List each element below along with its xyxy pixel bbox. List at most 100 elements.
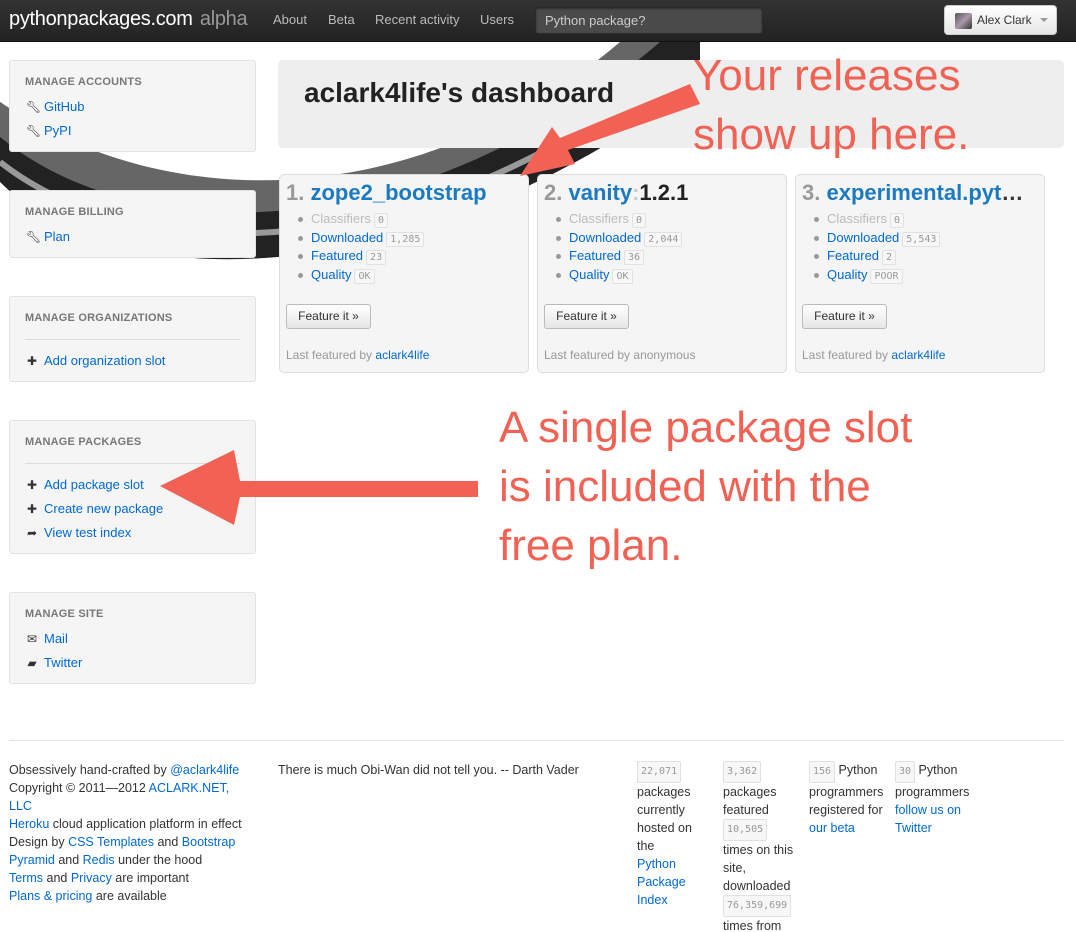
comment-icon: ▰: [27, 656, 37, 670]
credit-text: and: [54, 853, 83, 867]
stat-downloaded-label[interactable]: Downloaded: [569, 230, 641, 245]
stat-link-line[interactable]: Twitter: [895, 819, 985, 837]
page-title: aclark4life's dashboard: [304, 77, 615, 108]
add-package-slot-link[interactable]: ✚ Add package slot: [26, 477, 144, 492]
stat-quality-value: OK: [612, 269, 633, 284]
user-menu-button[interactable]: Alex Clark: [944, 5, 1057, 35]
stat-quality-value: POOR: [870, 269, 903, 284]
stat-featured: Featured 2: [814, 248, 897, 265]
credit-link[interactable]: Terms: [9, 871, 43, 885]
stat-text-line: packages: [723, 785, 777, 799]
stat-classifiers-value: 0: [631, 213, 646, 228]
package-name-link[interactable]: experimental.python: [826, 180, 1030, 205]
credit-text: and: [43, 871, 71, 885]
manage-organizations-panel: MANAGE ORGANIZATIONS ✚ Add organization s…: [9, 296, 256, 382]
credit-link[interactable]: Privacy: [71, 871, 112, 885]
stat-downloaded-label[interactable]: Downloaded: [311, 230, 383, 245]
pypi-link[interactable]: 🔧︎ PyPI: [26, 123, 71, 138]
credit-link[interactable]: CSS Templates: [68, 835, 154, 849]
stat-classifiers-value: 0: [373, 213, 388, 228]
mail-link[interactable]: ✉ Mail: [26, 631, 68, 646]
last-featured-user: anonymous: [633, 348, 696, 362]
credit-link[interactable]: @aclark4life: [170, 763, 239, 777]
feature-it-button[interactable]: Feature it »: [544, 304, 629, 329]
feature-it-button[interactable]: Feature it »: [802, 304, 887, 329]
bullet-icon: [814, 217, 819, 223]
stat-downloaded-label[interactable]: Downloaded: [827, 230, 899, 245]
add-organization-slot-link[interactable]: ✚ Add organization slot: [26, 353, 165, 368]
twitter-link[interactable]: ▰ Twitter: [26, 655, 82, 670]
view-test-index-link[interactable]: ➦ View test index: [26, 525, 131, 540]
footer-stat-link[interactable]: follow us on Twitter: [895, 801, 985, 837]
credit-link[interactable]: ACLARK.NET,: [149, 781, 230, 795]
stat-quality-label[interactable]: Quality: [827, 267, 867, 282]
nav-recent-activity[interactable]: Recent activity: [375, 12, 460, 27]
footer-stat-text: times on this site, downloaded: [723, 841, 808, 895]
last-featured-user-link[interactable]: aclark4life: [375, 348, 429, 362]
bullet-icon: [298, 217, 303, 223]
stat-quality-label[interactable]: Quality: [311, 267, 351, 282]
manage-accounts-title: MANAGE ACCOUNTS: [25, 76, 142, 88]
bullet-icon: [298, 254, 303, 260]
stat-text-line: featured: [723, 803, 769, 817]
stat-downloaded: Downloaded 1,285: [298, 230, 425, 247]
stat-featured-label[interactable]: Featured: [311, 248, 363, 263]
credit-link[interactable]: Plans & pricing: [9, 889, 92, 903]
package-version: 1.2.1: [639, 180, 689, 205]
stat-link-line[interactable]: Index: [637, 891, 717, 909]
stat-text-line: times from: [723, 919, 782, 932]
credit-link[interactable]: Pyramid: [9, 853, 55, 867]
divider: [25, 463, 240, 464]
credit-link[interactable]: Bootstrap: [182, 835, 236, 849]
bullet-icon: [556, 236, 561, 242]
credit-link[interactable]: LLC: [9, 799, 32, 813]
create-new-package-link[interactable]: ✚ Create new package: [26, 501, 163, 516]
bullet-icon: [298, 273, 303, 279]
footer-stat-link[interactable]: our beta: [809, 819, 894, 837]
package-search-input[interactable]: Python package?: [535, 7, 763, 34]
nav-users[interactable]: Users: [480, 12, 514, 27]
credit-link[interactable]: Heroku: [9, 817, 49, 831]
plan-link[interactable]: 🔧︎ Plan: [26, 229, 70, 244]
github-link[interactable]: 🔧︎ GitHub: [26, 99, 84, 114]
stat-downloaded-value: 5,543: [902, 232, 941, 247]
plus-icon: ✚: [26, 502, 38, 516]
nav-about[interactable]: About: [273, 12, 307, 27]
stat-featured-label[interactable]: Featured: [827, 248, 879, 263]
stat-link-line[interactable]: Package: [637, 873, 717, 891]
last-featured-user-link[interactable]: aclark4life: [891, 348, 945, 362]
stat-classifiers-value: 0: [889, 213, 904, 228]
stat-classifiers: Classifiers 0: [814, 211, 904, 228]
stat-text-line: currently: [637, 803, 685, 817]
footer-quote: There is much Obi-Wan did not tell you. …: [278, 763, 579, 777]
credit-line: Copyright © 2011—2012 ACLARK.NET,: [9, 779, 264, 797]
bullet-icon: [556, 217, 561, 223]
stat-text-line: packages: [637, 785, 691, 799]
credit-text: under the hood: [114, 853, 203, 867]
footer-stat-text: times fromthe Python: [723, 917, 808, 932]
stat-quality-label[interactable]: Quality: [569, 267, 609, 282]
credit-link[interactable]: Redis: [83, 853, 115, 867]
manage-billing-panel: MANAGE BILLING 🔧︎ Plan: [9, 190, 256, 258]
bullet-icon: [556, 273, 561, 279]
feature-it-button[interactable]: Feature it »: [286, 304, 371, 329]
nav-beta[interactable]: Beta: [328, 12, 355, 27]
stat-link-line[interactable]: follow us on: [895, 801, 985, 819]
credit-text: Design by: [9, 835, 69, 849]
credit-text: and: [153, 835, 182, 849]
package-card: 3. experimental.python Classifiers 0 Downlo…: [795, 174, 1045, 373]
stat-downloaded-value: 2,044: [644, 232, 683, 247]
package-name-link[interactable]: vanity: [568, 180, 632, 205]
stat-link-line[interactable]: Python: [637, 855, 717, 873]
brand-logo[interactable]: pythonpackages.com alpha: [9, 8, 248, 31]
package-name-link[interactable]: zope2_bootstrap: [310, 180, 486, 205]
stat-quality: Quality OK: [298, 267, 375, 284]
footer-stat-link[interactable]: Python Package Index: [637, 855, 717, 909]
stat-quality: Quality OK: [556, 267, 633, 284]
stat-featured-label[interactable]: Featured: [569, 248, 621, 263]
credit-text: Copyright © 2011—2012: [9, 781, 149, 795]
annotation-releases: Your releases show up here.: [693, 51, 970, 159]
last-featured: Last featured by anonymous: [544, 348, 696, 362]
stat-link-line[interactable]: our beta: [809, 819, 894, 837]
stat-classifiers-label: Classifiers: [569, 211, 629, 226]
